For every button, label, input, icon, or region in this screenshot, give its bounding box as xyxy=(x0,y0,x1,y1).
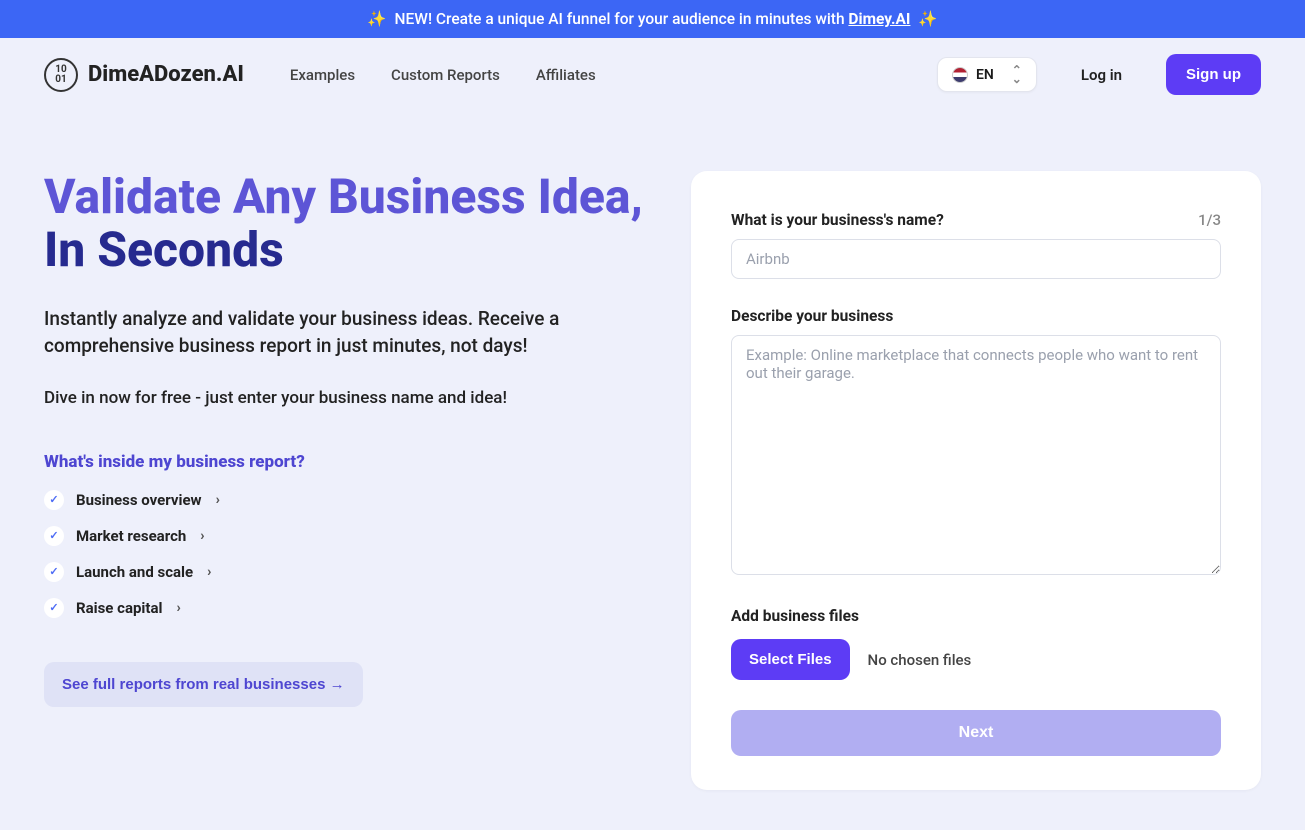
feature-list: ✓ Business overview › ✓ Market research … xyxy=(44,490,651,618)
inside-report-heading: What's inside my business report? xyxy=(44,452,651,472)
check-icon: ✓ xyxy=(44,526,64,546)
next-button[interactable]: Next xyxy=(731,710,1221,756)
login-link[interactable]: Log in xyxy=(1073,56,1130,94)
nav-affiliates[interactable]: Affiliates xyxy=(536,66,596,84)
feature-launch-scale[interactable]: ✓ Launch and scale › xyxy=(44,562,651,582)
main-content: Validate Any Business Idea, In Seconds I… xyxy=(0,111,1305,830)
feature-raise-capital[interactable]: ✓ Raise capital › xyxy=(44,598,651,618)
sparkle-icon: ✨ xyxy=(918,10,937,28)
check-icon: ✓ xyxy=(44,562,64,582)
add-files-label: Add business files xyxy=(731,607,1221,625)
hero-title-emphasis: In Seconds xyxy=(44,221,284,278)
nav-custom-reports[interactable]: Custom Reports xyxy=(391,66,500,84)
chevron-updown-icon: ⌃⌄ xyxy=(1012,66,1022,83)
flag-icon xyxy=(952,67,968,83)
select-files-button[interactable]: Select Files xyxy=(731,639,850,680)
feature-label: Raise capital xyxy=(76,599,162,617)
main-nav: Examples Custom Reports Affiliates xyxy=(290,66,596,84)
site-header: 10 01 DimeADozen.AI Examples Custom Repo… xyxy=(0,38,1305,111)
signup-button[interactable]: Sign up xyxy=(1166,54,1261,95)
hero-title: Validate Any Business Idea, In Seconds xyxy=(44,171,651,277)
banner-link[interactable]: Dimey.AI xyxy=(848,10,910,28)
feature-label: Business overview xyxy=(76,491,202,509)
feature-label: Market research xyxy=(76,527,186,545)
announcement-banner: ✨ NEW! Create a unique AI funnel for you… xyxy=(0,0,1305,38)
nav-examples[interactable]: Examples xyxy=(290,66,355,84)
file-status-text: No chosen files xyxy=(868,651,972,669)
banner-text: NEW! Create a unique AI funnel for your … xyxy=(395,10,849,28)
feature-label: Launch and scale xyxy=(76,563,193,581)
chevron-right-icon: › xyxy=(176,600,180,616)
business-description-input[interactable] xyxy=(731,335,1221,575)
language-selector[interactable]: EN ⌃⌄ xyxy=(937,57,1037,92)
business-name-input[interactable] xyxy=(731,239,1221,279)
question-business-name-label: What is your business's name? xyxy=(731,211,944,229)
feature-market-research[interactable]: ✓ Market research › xyxy=(44,526,651,546)
hero-subtitle: Instantly analyze and validate your busi… xyxy=(44,305,651,360)
hero-cta-text: Dive in now for free - just enter your b… xyxy=(44,388,651,408)
see-full-reports-button[interactable]: See full reports from real businesses → xyxy=(44,662,363,707)
brand-logo[interactable]: 10 01 DimeADozen.AI xyxy=(44,58,244,92)
step-indicator: 1/3 xyxy=(1198,211,1221,229)
language-label: EN xyxy=(976,67,994,83)
chevron-right-icon: › xyxy=(207,564,211,580)
feature-business-overview[interactable]: ✓ Business overview › xyxy=(44,490,651,510)
brand-name: DimeADozen.AI xyxy=(88,62,244,87)
hero-title-part-a: Validate Any Business Idea, xyxy=(44,168,643,225)
question-describe-label: Describe your business xyxy=(731,307,1221,325)
chevron-right-icon: › xyxy=(216,492,220,508)
sparkle-icon: ✨ xyxy=(367,10,386,28)
check-icon: ✓ xyxy=(44,598,64,618)
chevron-right-icon: › xyxy=(200,528,204,544)
check-icon: ✓ xyxy=(44,490,64,510)
hero-section: Validate Any Business Idea, In Seconds I… xyxy=(44,171,651,707)
logo-icon: 10 01 xyxy=(44,58,78,92)
idea-form-card: What is your business's name? 1/3 Descri… xyxy=(691,171,1261,790)
